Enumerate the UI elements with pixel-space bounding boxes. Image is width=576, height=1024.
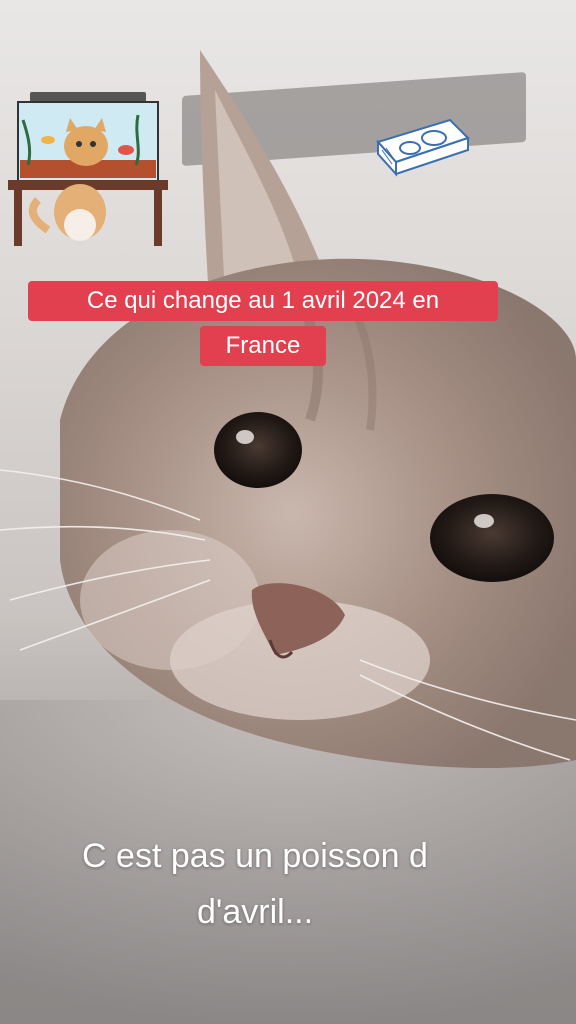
sardine-can-icon <box>376 118 470 177</box>
headline-line-1: Ce qui change au 1 avril 2024 en <box>28 281 498 321</box>
story-frame: Ce qui change au 1 avril 2024 en France … <box>0 0 576 1024</box>
caption-text: C est pas un poisson d d'avril... <box>20 828 490 940</box>
headline-badge: Ce qui change au 1 avril 2024 en France <box>28 281 498 371</box>
caption-line-1: C est pas un poisson d <box>82 837 428 875</box>
headline-line-2: France <box>200 326 326 366</box>
caption-line-2: d'avril... <box>196 893 314 931</box>
aquarium-cat-icon <box>8 92 168 246</box>
